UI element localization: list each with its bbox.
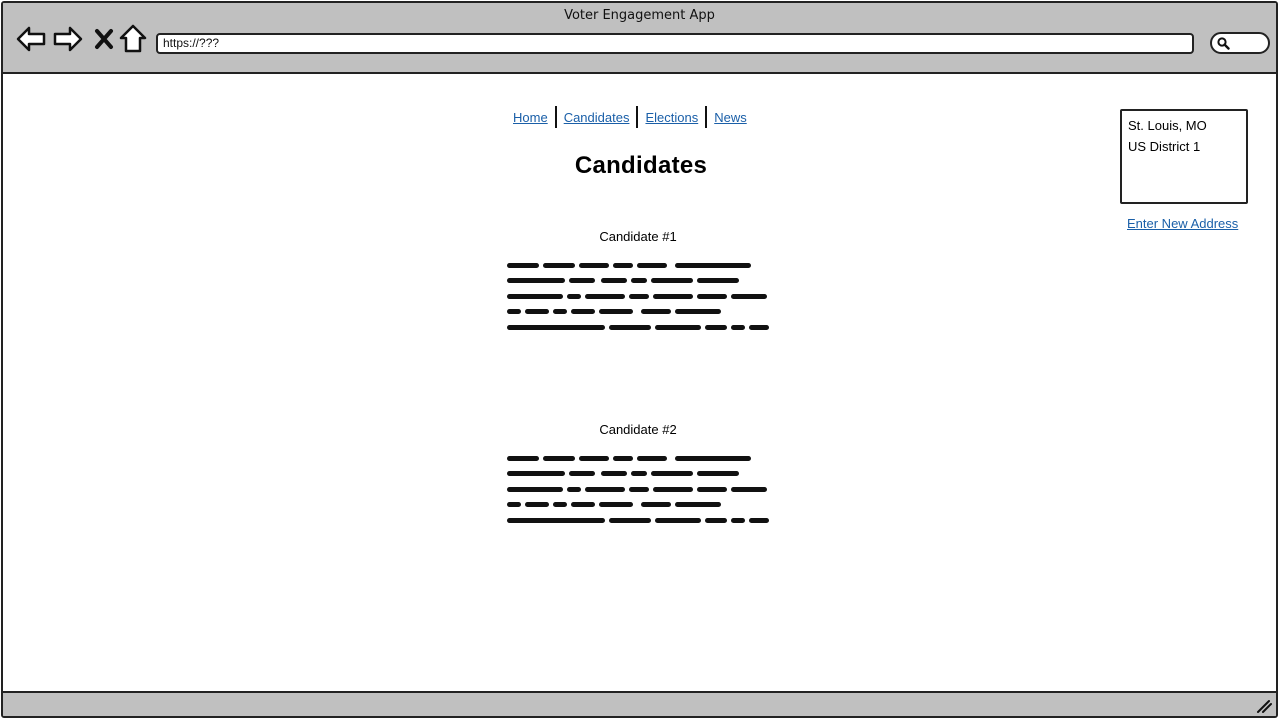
page-title: Candidates bbox=[574, 152, 708, 179]
forward-button[interactable] bbox=[53, 24, 83, 54]
status-bar bbox=[3, 691, 1276, 716]
current-address-box: St. Louis, MO US District 1 bbox=[1120, 109, 1248, 204]
candidate-description bbox=[507, 263, 769, 330]
candidate-card: Candidate #1 bbox=[505, 229, 771, 334]
address-district: US District 1 bbox=[1128, 139, 1201, 154]
nav-divider bbox=[636, 106, 639, 128]
search-input[interactable] bbox=[1210, 32, 1270, 54]
arrow-right-icon bbox=[53, 26, 83, 52]
candidate-description bbox=[507, 456, 769, 523]
home-button[interactable] bbox=[118, 24, 148, 54]
close-icon bbox=[95, 29, 113, 49]
browser-chrome: Voter Engagement App https://??? bbox=[3, 3, 1276, 74]
nav-link-home[interactable]: Home bbox=[508, 110, 553, 125]
address-city: St. Louis, MO bbox=[1128, 118, 1207, 133]
page-content: Home Candidates Elections News Candidate… bbox=[3, 76, 1276, 693]
nav-link-news[interactable]: News bbox=[709, 110, 752, 125]
main-nav: Home Candidates Elections News bbox=[508, 106, 752, 128]
nav-link-elections[interactable]: Elections bbox=[640, 110, 703, 125]
home-icon bbox=[119, 24, 147, 53]
enter-new-address-link[interactable]: Enter New Address bbox=[1127, 216, 1238, 231]
stop-button[interactable] bbox=[89, 24, 119, 54]
window-title: Voter Engagement App bbox=[564, 8, 715, 23]
nav-link-candidates[interactable]: Candidates bbox=[559, 110, 635, 125]
nav-divider bbox=[705, 106, 708, 128]
url-input[interactable]: https://??? bbox=[156, 33, 1194, 54]
nav-divider bbox=[554, 106, 557, 128]
back-button[interactable] bbox=[16, 24, 46, 54]
resize-grip-icon[interactable] bbox=[1256, 699, 1272, 713]
search-icon bbox=[1217, 37, 1230, 50]
browser-window: Voter Engagement App https://??? Home Ca… bbox=[1, 1, 1278, 718]
candidate-card: Candidate #2 bbox=[505, 422, 771, 527]
candidate-name: Candidate #1 bbox=[599, 229, 677, 244]
candidate-name: Candidate #2 bbox=[599, 422, 677, 437]
arrow-left-icon bbox=[16, 26, 46, 52]
